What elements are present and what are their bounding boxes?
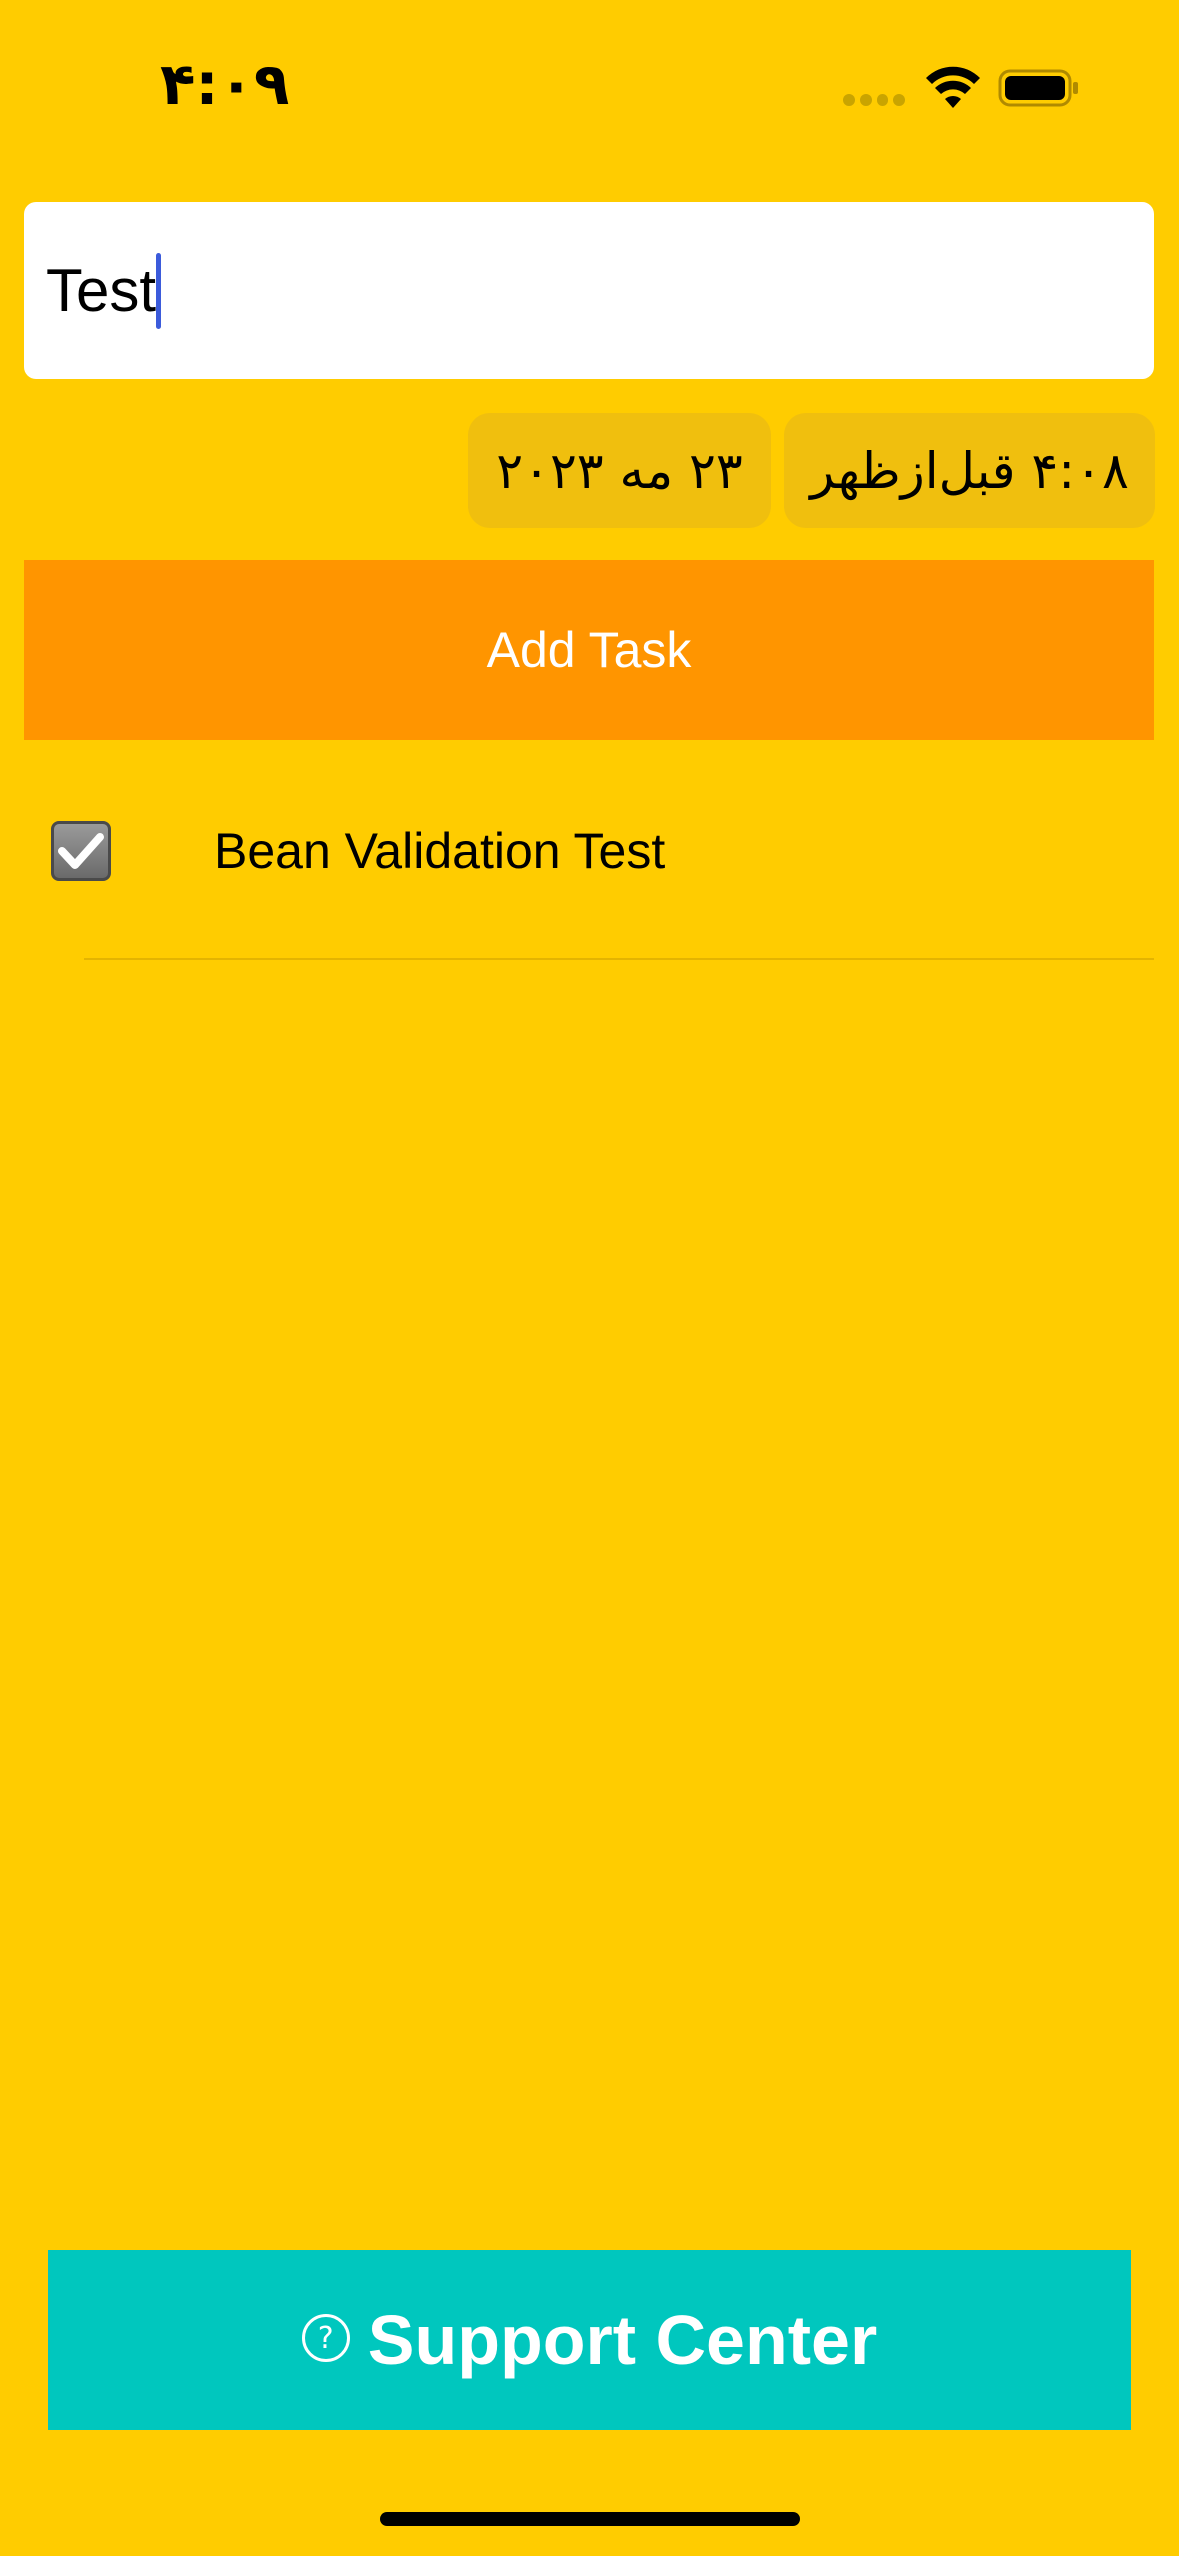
status-time: ۴:۰۹ (160, 50, 290, 118)
question-circle-icon: ? (301, 2314, 350, 2362)
support-center-label: Support Center (367, 2301, 878, 2379)
date-picker-date[interactable]: ۲۳ مه ۲۰۲۳ (468, 413, 771, 528)
add-task-label: Add Task (486, 622, 692, 678)
task-input-value: Test (46, 256, 157, 324)
battery-icon (998, 69, 1078, 107)
date-picker-time-label: ۴:۰۸ قبل‌ازظهر (810, 441, 1129, 500)
date-picker-time[interactable]: ۴:۰۸ قبل‌ازظهر (784, 413, 1155, 528)
row-divider (84, 958, 1154, 960)
support-center-button[interactable]: ? Support Center (48, 2250, 1131, 2430)
wifi-icon (926, 66, 980, 108)
text-caret (156, 252, 162, 329)
cellular-signal-icon (843, 94, 905, 106)
list-item: Bean Validation Test (0, 790, 1179, 910)
task-input[interactable]: Test (24, 202, 1154, 379)
task-label: Bean Validation Test (214, 823, 666, 879)
checkmark-icon (58, 833, 104, 869)
add-task-button[interactable]: Add Task (24, 560, 1154, 740)
task-checkbox[interactable] (51, 821, 111, 881)
date-picker-date-label: ۲۳ مه ۲۰۲۳ (496, 441, 743, 500)
home-indicator[interactable] (380, 2512, 800, 2526)
